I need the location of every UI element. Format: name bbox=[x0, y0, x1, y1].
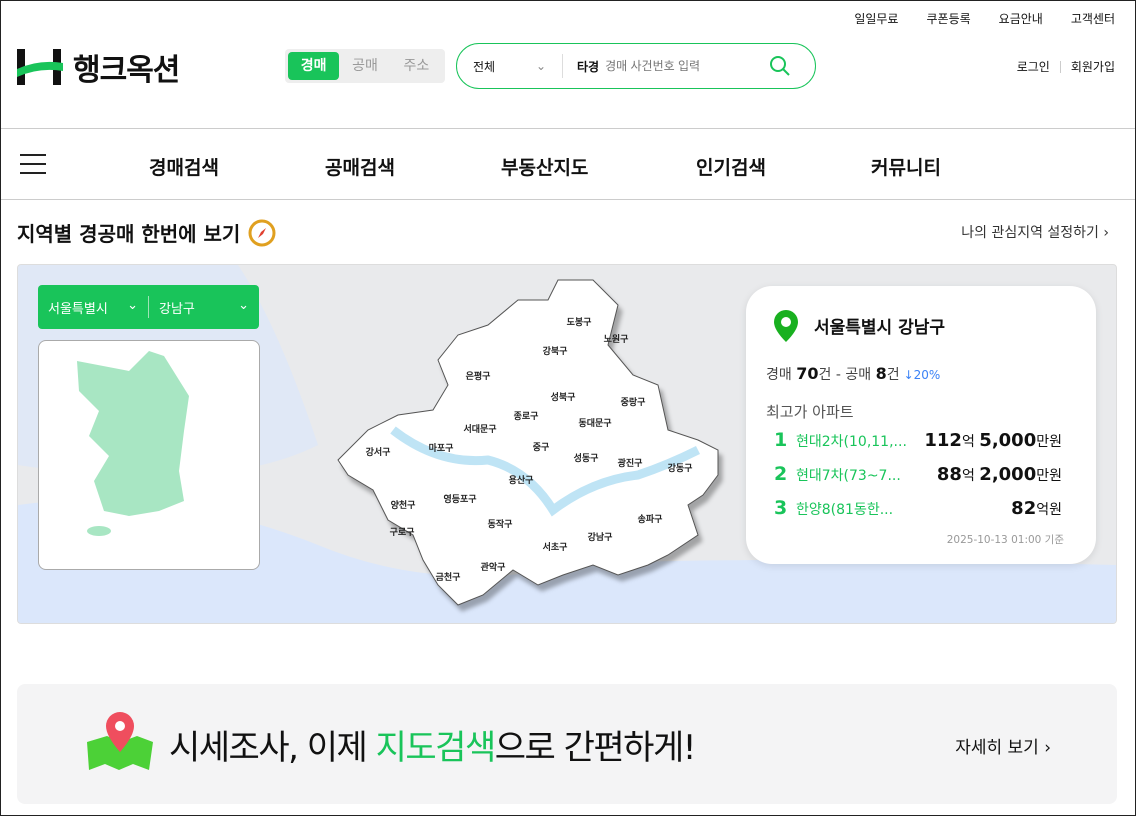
daily-free-link[interactable]: 일일무료 bbox=[854, 10, 898, 27]
district-label[interactable]: 도봉구 bbox=[567, 317, 592, 328]
nav-public-search[interactable]: 공매검색 bbox=[325, 153, 395, 180]
city-select[interactable]: 서울특별시 ⌄ bbox=[38, 298, 148, 317]
scope-select[interactable]: 전체 ⌄ bbox=[457, 54, 563, 78]
district-value: 강남구 bbox=[159, 301, 195, 317]
auction-counts: 경매 70건 - 공매 8건 ↓20% bbox=[766, 364, 941, 383]
list-item[interactable]: 3 한양8(81동한... 82억원 bbox=[774, 497, 1062, 519]
district-label[interactable]: 마포구 bbox=[429, 442, 454, 454]
district-label[interactable]: 서대문구 bbox=[463, 423, 496, 435]
district-label[interactable]: 용산구 bbox=[509, 474, 534, 486]
divider bbox=[1059, 60, 1061, 73]
nav-community[interactable]: 커뮤니티 bbox=[871, 153, 941, 180]
district-label[interactable]: 동대문구 bbox=[578, 417, 611, 429]
district-label[interactable]: 은평구 bbox=[466, 370, 491, 382]
district-select[interactable]: 강남구 ⌄ bbox=[149, 298, 259, 317]
region-selector: 서울특별시 ⌄ 강남구 ⌄ bbox=[38, 285, 259, 329]
support-link[interactable]: 고객센터 bbox=[1071, 10, 1115, 27]
section-title-text: 지역별 경공매 한번에 보기 bbox=[17, 222, 241, 246]
section-title: 지역별 경공매 한번에 보기 bbox=[17, 218, 276, 247]
interest-region-link[interactable]: 나의 관심지역 설정하기 › bbox=[961, 222, 1109, 242]
district-label[interactable]: 강남구 bbox=[588, 531, 613, 543]
timestamp: 2025-10-13 01:00 기준 bbox=[946, 534, 1064, 546]
district-label[interactable]: 노원구 bbox=[604, 333, 629, 345]
korea-minimap[interactable] bbox=[38, 340, 260, 570]
signup-link[interactable]: 회원가입 bbox=[1071, 58, 1115, 75]
chevron-down-icon: ⌄ bbox=[238, 297, 249, 313]
auth-links: 로그인 회원가입 bbox=[1017, 58, 1115, 75]
coupon-link[interactable]: 쿠폰등록 bbox=[926, 10, 970, 27]
search-icon[interactable] bbox=[769, 55, 791, 77]
search-type-tabs: 경매 공매 주소 bbox=[285, 49, 445, 83]
district-label[interactable]: 송파구 bbox=[638, 513, 663, 525]
district-label[interactable]: 중구 bbox=[533, 442, 550, 453]
pricing-link[interactable]: 요금안내 bbox=[999, 10, 1043, 27]
logo-h-icon bbox=[17, 49, 63, 85]
list-item[interactable]: 1 현대2차(10,11,... 112억 5,000만원 bbox=[774, 429, 1062, 451]
district-label[interactable]: 동작구 bbox=[488, 519, 513, 530]
district-label[interactable]: 관악구 bbox=[481, 561, 506, 573]
korea-map bbox=[77, 351, 189, 536]
location-pin-icon bbox=[774, 310, 798, 342]
district-label[interactable]: 강북구 bbox=[543, 345, 568, 357]
nav-popular-search[interactable]: 인기검색 bbox=[696, 153, 766, 180]
scope-value: 전체 bbox=[473, 59, 496, 74]
interest-region-text: 나의 관심지역 설정하기 bbox=[961, 225, 1099, 241]
login-link[interactable]: 로그인 bbox=[1017, 58, 1050, 75]
district-label[interactable]: 금천구 bbox=[436, 572, 461, 583]
tab-public-sale[interactable]: 공매 bbox=[339, 52, 390, 80]
city-value: 서울특별시 bbox=[48, 301, 108, 317]
card-title: 서울특별시 강남구 bbox=[814, 318, 946, 338]
list-item[interactable]: 2 현대7차(73~7... 88억 2,000만원 bbox=[774, 463, 1062, 485]
tab-auction[interactable]: 경매 bbox=[288, 52, 340, 80]
district-label[interactable]: 성동구 bbox=[574, 452, 599, 464]
district-label[interactable]: 구로구 bbox=[390, 527, 415, 538]
compass-icon bbox=[248, 219, 276, 246]
chevron-down-icon: ⌄ bbox=[127, 297, 138, 313]
district-label[interactable]: 양천구 bbox=[391, 499, 416, 511]
nav-auction-search[interactable]: 경매검색 bbox=[149, 153, 219, 180]
district-label[interactable]: 광진구 bbox=[618, 457, 643, 469]
case-prefix-label: 타경 bbox=[577, 59, 600, 74]
top-apartments-label: 최고가 아파트 bbox=[766, 403, 854, 421]
change-badge: ↓20% bbox=[903, 368, 941, 382]
main-nav: 경매검색 공매검색 부동산지도 인기검색 커뮤니티 bbox=[1, 128, 1135, 200]
banner-message: 시세조사, 이제 지도검색으로 간편하게! bbox=[169, 728, 696, 768]
logo[interactable]: 행크옥션 bbox=[17, 45, 180, 89]
district-label[interactable]: 강서구 bbox=[366, 446, 391, 458]
district-label[interactable]: 영등포구 bbox=[443, 493, 476, 505]
district-label[interactable]: 성북구 bbox=[551, 391, 576, 403]
nav-realestate-map[interactable]: 부동산지도 bbox=[501, 153, 588, 180]
district-label[interactable]: 종로구 bbox=[514, 411, 539, 422]
see-more-link[interactable]: 자세히 보기 › bbox=[955, 733, 1051, 758]
utility-links: 일일무료 쿠폰등록 요금안내 고객센터 bbox=[854, 10, 1115, 27]
case-number-input[interactable] bbox=[605, 59, 756, 73]
search-bar: 전체 ⌄ 타경 bbox=[456, 43, 816, 89]
district-label[interactable]: 중랑구 bbox=[621, 396, 646, 408]
map-search-banner[interactable]: 시세조사, 이제 지도검색으로 간편하게! 자세히 보기 › bbox=[17, 684, 1117, 804]
chevron-down-icon: ⌄ bbox=[535, 59, 546, 73]
district-label[interactable]: 서초구 bbox=[543, 541, 568, 553]
region-summary-card: 서울특별시 강남구 경매 70건 - 공매 8건 ↓20% 최고가 아파트 1 현대… bbox=[746, 286, 1096, 564]
tab-address[interactable]: 주소 bbox=[391, 52, 442, 80]
hamburger-menu-icon[interactable] bbox=[20, 154, 46, 181]
district-label[interactable]: 강동구 bbox=[668, 462, 693, 474]
logo-text: 행크옥션 bbox=[73, 53, 180, 88]
map-pin-icon bbox=[87, 712, 153, 770]
